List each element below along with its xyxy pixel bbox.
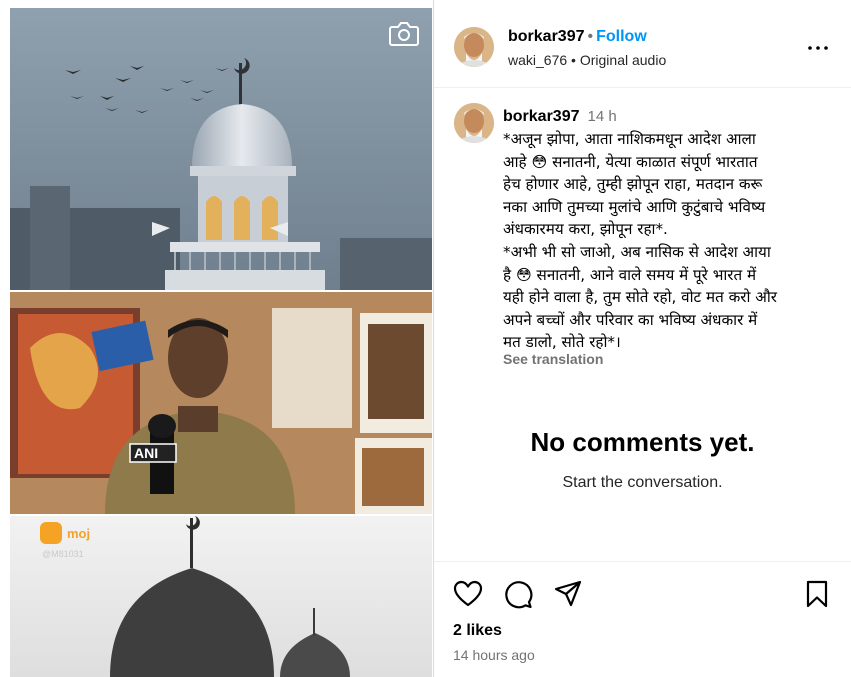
audio-user-link[interactable]: waki_676 <box>508 52 567 68</box>
separator-dot: • <box>587 28 594 45</box>
instagram-post-view: ANI moj @M81031 borkar397 • Follow waki_… <box>0 0 851 677</box>
no-comments-title: No comments yet. <box>530 427 755 457</box>
separator-dot: • <box>567 52 580 68</box>
post-header: borkar397 • Follow waki_676 • Original aud… <box>434 0 851 88</box>
camera-icon <box>389 22 419 46</box>
media-collage: ANI moj @M81031 <box>10 8 432 677</box>
moj-watermark-brand: moj <box>67 526 90 541</box>
audio-label-link[interactable]: Original audio <box>580 52 666 68</box>
moj-watermark-handle: @M81031 <box>42 549 84 559</box>
follow-button[interactable]: Follow <box>596 28 647 45</box>
avatar[interactable] <box>454 103 494 143</box>
more-options-icon[interactable] <box>806 36 830 60</box>
caption-text: *अजून झोपा, आता नाशिकमधून आदेश आला आहे 😳… <box>503 130 777 352</box>
see-translation-link[interactable]: See translation <box>503 351 603 367</box>
bookmark-icon[interactable] <box>802 579 832 609</box>
no-comments-subtitle: Start the conversation. <box>562 474 723 491</box>
caption-timestamp[interactable]: 14 h <box>588 108 617 125</box>
media-image: ANI moj @M81031 <box>10 8 432 677</box>
ani-badge-text: ANI <box>134 445 158 461</box>
post-media[interactable]: ANI moj @M81031 <box>0 0 433 677</box>
comment-icon[interactable] <box>503 579 533 609</box>
post-time-ago[interactable]: 14 hours ago <box>453 647 535 663</box>
likes-count[interactable]: 2 likes <box>453 622 502 640</box>
post-caption: borkar397 14 h *अजून झोपा, आता नाशिकमधून … <box>434 88 851 388</box>
username-link[interactable]: borkar397 <box>508 28 585 45</box>
heart-icon[interactable] <box>453 579 483 609</box>
actions-divider <box>434 561 851 562</box>
caption-username-link[interactable]: borkar397 <box>503 108 580 125</box>
share-icon[interactable] <box>553 579 583 609</box>
comments-empty-state: No comments yet. Start the conversation. <box>434 427 851 492</box>
avatar[interactable] <box>454 27 494 67</box>
